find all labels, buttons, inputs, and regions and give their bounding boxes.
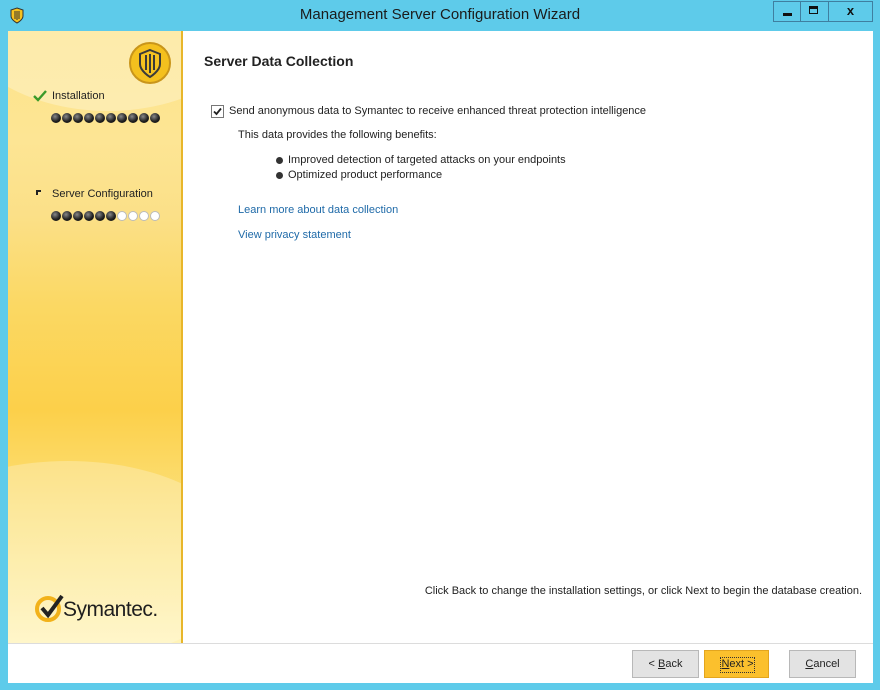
progress-dot (106, 211, 116, 221)
close-icon: x (846, 3, 855, 18)
minimize-button[interactable] (773, 1, 801, 22)
symantec-check-logo-icon (35, 594, 64, 622)
progress-dot (62, 113, 72, 123)
close-button[interactable]: x (829, 1, 873, 22)
page-title: Server Data Collection (204, 53, 354, 69)
button-bar: < Back Next > Cancel (8, 643, 873, 683)
benefits-intro: This data provides the following benefit… (238, 129, 437, 141)
progress-dot (117, 113, 127, 123)
cancel-label-rest: ancel (813, 658, 840, 670)
maximize-icon (809, 6, 818, 14)
back-button[interactable]: < Back (632, 650, 699, 678)
cancel-button[interactable]: Cancel (789, 650, 856, 678)
maximize-button[interactable] (801, 1, 829, 22)
back-prefix: < (648, 658, 658, 670)
benefit-text: Optimized product performance (288, 169, 443, 181)
progress-dot (84, 113, 94, 123)
next-label-rest: ext > (729, 658, 754, 670)
bullet-icon (276, 157, 283, 164)
progress-dot (150, 211, 160, 221)
progress-dot (62, 211, 72, 221)
wizard-content: Server Data Collection Send anonymous da… (183, 31, 873, 643)
logo-text: Symantec. (63, 598, 158, 621)
learn-more-link[interactable]: Learn more about data collection (238, 204, 398, 216)
progress-dot (128, 211, 138, 221)
progress-dot (139, 211, 149, 221)
progress-dot (73, 211, 83, 221)
step-label: Server Configuration (52, 188, 153, 200)
progress-dot (95, 211, 105, 221)
step-progress-dots (51, 113, 160, 123)
checkmark-icon (213, 107, 222, 116)
step-label: Installation (52, 90, 105, 102)
wizard-window: Management Server Configuration Wizard x (0, 0, 880, 690)
minimize-icon (783, 13, 792, 16)
privacy-statement-link[interactable]: View privacy statement (238, 229, 351, 241)
progress-dot (128, 113, 138, 123)
progress-dot (95, 113, 105, 123)
window-title: Management Server Configuration Wizard (299, 6, 581, 23)
title-bar[interactable]: Management Server Configuration Wizard x (0, 0, 880, 31)
shield-badge-icon (129, 42, 171, 84)
bullet-icon (276, 172, 283, 179)
send-data-label[interactable]: Send anonymous data to Symantec to recei… (229, 105, 646, 117)
benefit-text: Improved detection of targeted attacks o… (288, 154, 566, 166)
send-data-checkbox[interactable] (211, 105, 224, 118)
progress-dot (84, 211, 94, 221)
next-button[interactable]: Next > (704, 650, 769, 678)
progress-dot (117, 211, 127, 221)
step-progress-dots (51, 211, 160, 221)
symantec-logo: Symantec. (35, 593, 158, 626)
progress-dot (139, 113, 149, 123)
current-step-icon (36, 190, 41, 195)
back-label-rest: ack (665, 658, 683, 670)
focus-rect: Next > (720, 657, 755, 673)
progress-dot (51, 113, 61, 123)
instruction-text: Click Back to change the installation se… (424, 585, 862, 597)
checkmark-icon (33, 90, 47, 102)
wizard-sidebar: Installation Server Configuration Symant… (8, 31, 183, 643)
progress-dot (150, 113, 160, 123)
progress-dot (51, 211, 61, 221)
progress-dot (106, 113, 116, 123)
wizard-client-area: Installation Server Configuration Symant… (8, 31, 873, 683)
progress-dot (73, 113, 83, 123)
